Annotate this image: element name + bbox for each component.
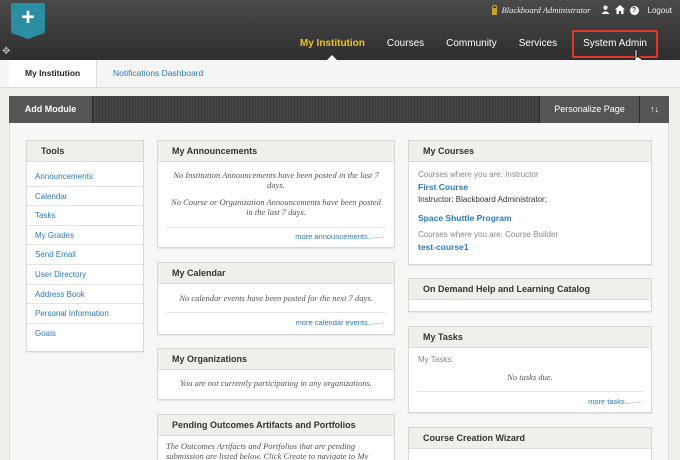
module-toolbar: Add Module Personalize Page ↑↓ [9, 96, 669, 123]
arrow-right-icon: —› [374, 318, 384, 327]
tool-calendar[interactable]: Calendar [27, 187, 143, 207]
outcomes-msg: The Outcomes Artifacts and Portfolios th… [166, 441, 369, 460]
calendar-module: My Calendar No calendar events have been… [157, 262, 395, 335]
ondemand-module: On Demand Help and Learning Catalog [408, 278, 652, 312]
plus-logo-icon[interactable]: + [11, 3, 45, 39]
tasks-module: My Tasks My Tasks: No tasks due. more ta… [408, 326, 652, 413]
logout-link[interactable]: Logout [648, 6, 672, 15]
tools-module: Tools Announcements Calendar Tasks My Gr… [26, 140, 144, 352]
content-area: Tools Announcements Calendar Tasks My Gr… [9, 123, 669, 460]
tab-courses[interactable]: Courses [376, 30, 435, 58]
help-icon[interactable]: ? [629, 5, 639, 15]
add-module-button[interactable]: Add Module [9, 96, 93, 123]
divider [166, 227, 386, 228]
subnav-my-institution[interactable]: My Institution [9, 60, 97, 87]
tasks-label: My Tasks: [418, 355, 454, 364]
courses-builder-label: Courses where you are: Course Builder [418, 230, 559, 239]
calendar-title: My Calendar [158, 263, 394, 284]
organizations-title: My Organizations [158, 349, 394, 370]
wizard-title: Course Creation Wizard [409, 428, 651, 449]
calendar-msg: No calendar events have been posted for … [179, 293, 373, 303]
organizations-msg: You are not currently participating in a… [180, 378, 372, 388]
personalize-page-button[interactable]: Personalize Page [539, 96, 639, 123]
tab-community[interactable]: Community [435, 30, 508, 58]
outcomes-module: Pending Outcomes Artifacts and Portfolio… [157, 414, 395, 460]
tab-my-institution[interactable]: My Institution [289, 30, 376, 60]
tool-user-directory[interactable]: User Directory [27, 265, 143, 285]
tab-system-admin[interactable]: System Admin [572, 30, 658, 58]
top-bar: + ✥ Blackboard Administrator ? Logout My… [0, 0, 680, 60]
more-calendar-label[interactable]: more calendar events... [296, 318, 374, 327]
user-bar: Blackboard Administrator ? Logout [491, 3, 672, 17]
tools-list: Announcements Calendar Tasks My Grades S… [27, 162, 143, 343]
tasks-title: My Tasks [409, 327, 651, 348]
ondemand-title[interactable]: On Demand Help and Learning Catalog [409, 279, 651, 300]
more-tasks-link[interactable]: more tasks...—› [588, 397, 641, 406]
tool-address-book[interactable]: Address Book [27, 285, 143, 305]
arrow-right-icon: —› [374, 232, 384, 241]
outcomes-title: Pending Outcomes Artifacts and Portfolio… [158, 415, 394, 436]
courses-module: My Courses Courses where you are: Instru… [408, 140, 652, 265]
announcements-institution-msg: No Institution Announcements have been p… [173, 170, 379, 190]
more-announcements-link[interactable]: more announcements...—› [295, 232, 384, 241]
tool-announcements[interactable]: Announcements [27, 167, 143, 187]
tool-personal-information[interactable]: Personal Information [27, 304, 143, 324]
tasks-msg: No tasks due. [507, 372, 553, 382]
more-tasks-label[interactable]: more tasks... [588, 397, 631, 406]
tools-title: Tools [27, 141, 143, 162]
lock-icon [491, 4, 498, 15]
main-nav: My Institution Courses Community Service… [289, 30, 658, 60]
tool-my-grades[interactable]: My Grades [27, 226, 143, 246]
announcements-module: My Announcements No Institution Announce… [157, 140, 395, 248]
organizations-module: My Organizations You are not currently p… [157, 348, 395, 400]
courses-instructor-label: Courses where you are: Instructor [418, 170, 539, 179]
more-announcements-label[interactable]: more announcements... [295, 232, 374, 241]
arrow-right-icon: —› [631, 397, 641, 406]
courses-title: My Courses [409, 141, 651, 162]
user-icon[interactable] [601, 5, 610, 16]
user-name[interactable]: Blackboard Administrator [502, 5, 591, 15]
more-calendar-link[interactable]: more calendar events...—› [296, 318, 384, 327]
reorder-icon[interactable]: ↑↓ [639, 96, 669, 123]
course-link-space-shuttle[interactable]: Space Shuttle Program [418, 213, 512, 223]
tab-services[interactable]: Services [508, 30, 568, 58]
divider [417, 391, 643, 392]
toolbar-stripes [93, 96, 539, 123]
subnav-notifications-dashboard[interactable]: Notifications Dashboard [113, 60, 203, 87]
announcements-course-msg: No Course or Organization Announcements … [171, 197, 381, 217]
wizard-module: Course Creation Wizard [408, 427, 652, 460]
sub-nav: My Institution Notifications Dashboard [0, 60, 680, 88]
course-link-first-course[interactable]: First Course [418, 182, 468, 192]
course-link-test-course1[interactable]: test-course1 [418, 242, 469, 252]
tool-send-email[interactable]: Send Email [27, 245, 143, 265]
tool-tasks[interactable]: Tasks [27, 206, 143, 226]
announcements-title: My Announcements [158, 141, 394, 162]
move-handle-icon[interactable]: ✥ [2, 46, 10, 57]
tool-goals[interactable]: Goals [27, 324, 143, 344]
divider [166, 312, 386, 313]
course-instructor-text: Instructor: Blackboard Administrator; [418, 195, 547, 204]
home-icon[interactable] [614, 4, 625, 16]
